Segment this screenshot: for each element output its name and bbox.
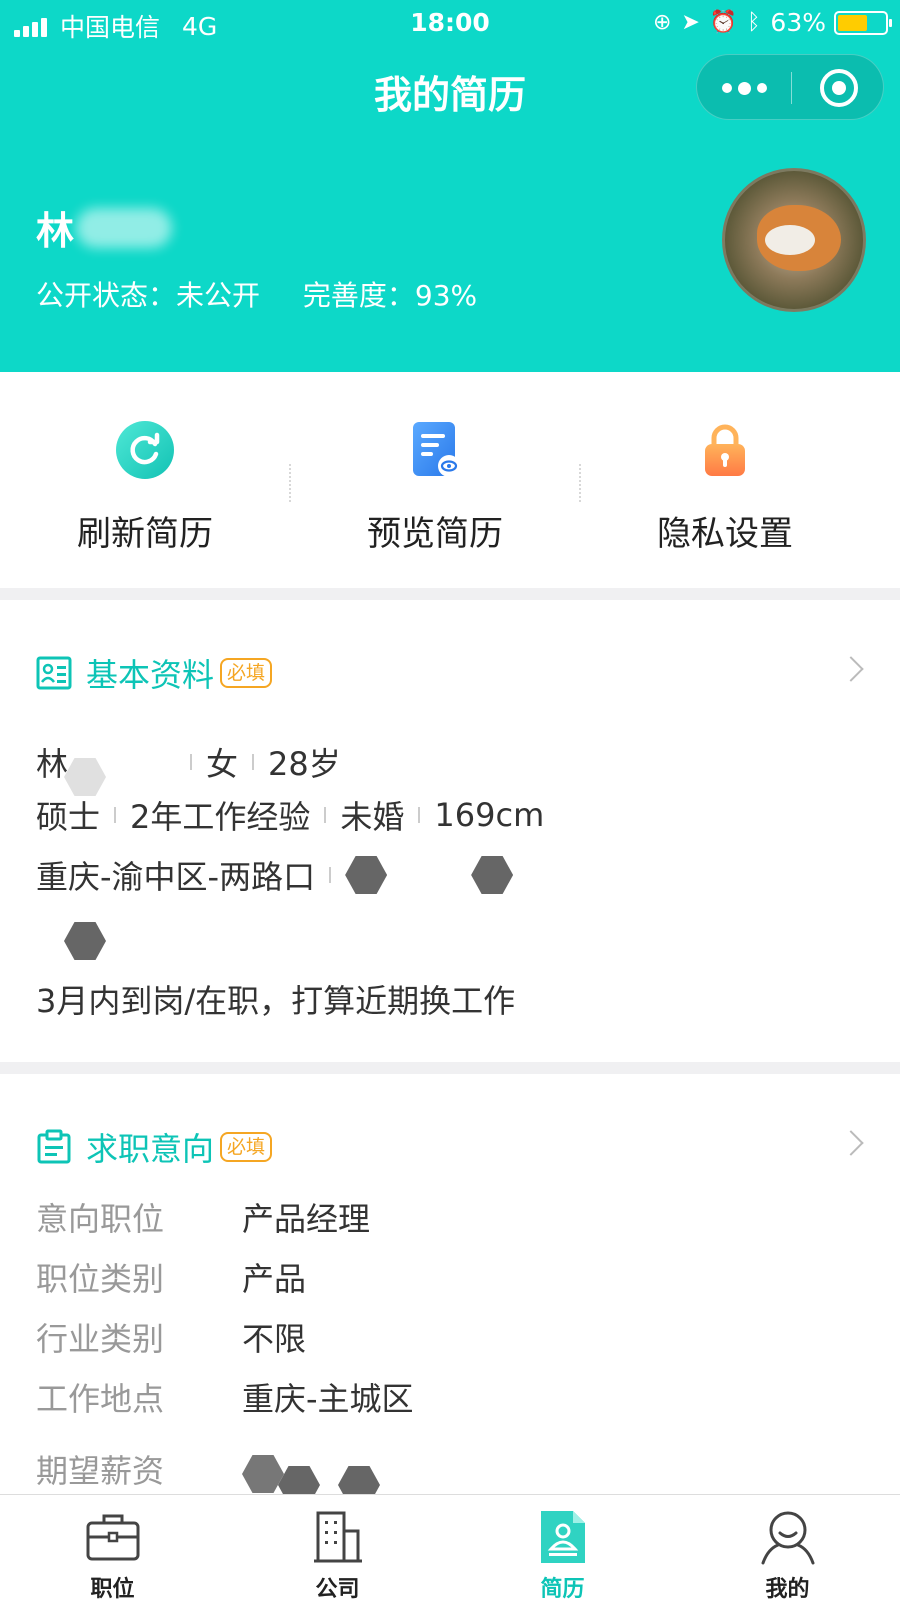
lock-icon [705, 424, 745, 476]
basic-marital: 未婚 [340, 798, 405, 836]
battery-level [838, 14, 867, 31]
job-intent-title: 求职意向 必填 [36, 1124, 273, 1170]
profile-meta: 公开状态：未公开 完善度：93% [36, 274, 511, 314]
redacted-mark [64, 922, 106, 960]
tab-label: 公司 [315, 1577, 360, 1600]
preview-resume-button[interactable]: 预览简历 [290, 372, 580, 588]
intent-key: 职位类别 [36, 1260, 165, 1298]
privacy-settings-label: 隐私设置 [657, 514, 793, 554]
intent-key: 意向职位 [36, 1200, 165, 1238]
separator [190, 754, 193, 770]
basic-info-line3: 重庆-渝中区-两路口 [36, 852, 514, 898]
intent-row: 职位类别 产品 [36, 1254, 306, 1300]
refresh-resume-label: 刷新简历 [77, 514, 213, 554]
redacted-mark [345, 856, 388, 894]
intent-value: 产品经理 [242, 1200, 371, 1238]
status-right: ⊕ ➤ ⏰ ᛒ 63% [643, 8, 892, 37]
tab-label: 我的 [765, 1577, 810, 1600]
separator [324, 807, 327, 823]
tab-label: 职位 [90, 1577, 135, 1600]
redacted-mark [471, 856, 514, 894]
basic-gender: 女 [206, 745, 239, 783]
basic-info-line4 [36, 922, 106, 960]
basic-location: 重庆-渝中区-两路口 [36, 858, 316, 896]
intent-key: 工作地点 [36, 1380, 165, 1418]
job-intent-label: 求职意向 [86, 1130, 215, 1168]
resume-actions: 刷新简历 预览简历 隐私设置 [0, 372, 900, 588]
close-miniprogram-button[interactable] [820, 69, 858, 107]
intent-key: 行业类别 [36, 1320, 165, 1358]
intent-row: 工作地点 重庆-主城区 [36, 1374, 414, 1420]
basic-experience: 2年工作经验 [130, 798, 311, 836]
tab-label: 简历 [540, 1577, 585, 1600]
basic-availability: 3月内到岗/在职，打算近期换工作 [36, 982, 516, 1020]
briefcase-icon [86, 1514, 139, 1561]
chevron-right-icon[interactable] [838, 656, 864, 682]
basic-height: 169cm [434, 796, 545, 834]
intent-value: 重庆-主城区 [242, 1380, 414, 1418]
separator [418, 807, 421, 823]
preview-resume-label: 预览简历 [367, 514, 503, 554]
intent-value: 不限 [242, 1320, 307, 1358]
mini-program-capsule [696, 54, 884, 120]
intent-row: 意向职位 产品经理 [36, 1194, 370, 1240]
separator [252, 754, 255, 770]
more-dot-icon [756, 83, 767, 93]
building-icon [313, 1511, 362, 1563]
basic-info-section[interactable]: 基本资料 必填 林 女 28岁 硕士 2年工作经验 未婚 169cm 重庆-渝中… [0, 600, 900, 1062]
bluetooth-icon: ᛒ [747, 10, 761, 35]
basic-age: 28岁 [268, 745, 341, 783]
required-badge: 必填 [220, 1132, 273, 1162]
user-icon [761, 1511, 814, 1565]
clipboard-icon [37, 1129, 71, 1164]
id-card-icon [36, 656, 72, 690]
chevron-right-icon[interactable] [838, 1130, 864, 1156]
tab-me[interactable]: 我的 [675, 1495, 900, 1600]
redacted-mark [64, 758, 107, 796]
more-dot-icon [721, 83, 732, 93]
public-status: 公开状态：未公开 [36, 279, 261, 312]
basic-name: 林 [36, 745, 69, 783]
refresh-resume-button[interactable]: 刷新简历 [0, 372, 290, 588]
separator [329, 867, 332, 883]
completeness: 完善度：93% [302, 279, 478, 312]
avatar[interactable] [722, 168, 866, 312]
battery-percent: 63% [770, 8, 826, 37]
redacted-mark [242, 1455, 284, 1493]
required-badge: 必填 [220, 658, 273, 688]
tab-resume[interactable]: 简历 [450, 1495, 675, 1600]
intent-row: 行业类别 不限 [36, 1314, 306, 1360]
basic-info-label: 基本资料 [86, 656, 215, 694]
tab-companies[interactable]: 公司 [225, 1495, 450, 1600]
basic-degree: 硕士 [36, 798, 101, 836]
alarm-icon: ⏰ [709, 10, 738, 35]
privacy-settings-button[interactable]: 隐私设置 [580, 372, 870, 588]
refresh-icon [116, 421, 174, 479]
separator [114, 807, 117, 823]
location-arrow-icon: ➤ [681, 10, 700, 35]
capsule-divider [791, 72, 792, 104]
intent-value: 产品 [242, 1260, 307, 1298]
more-dot-icon [737, 81, 751, 95]
header: 中国电信 4G 18:00 ⊕ ➤ ⏰ ᛒ 63% 我的简历 林 公开状态：未公… [0, 0, 900, 372]
basic-info-line5: 3月内到岗/在职，打算近期换工作 [36, 976, 515, 1022]
profile-name-text: 林 [36, 209, 75, 253]
rotation-lock-icon: ⊕ [652, 10, 672, 35]
preview-doc-icon [413, 422, 460, 477]
avatar-cat-belly [765, 225, 815, 255]
redacted-name [76, 207, 173, 248]
job-intent-section[interactable]: 求职意向 必填 意向职位 产品经理 职位类别 产品 行业类别 不限 工作地点 重… [0, 1074, 900, 1504]
tab-bar: 职位 公司 简历 我的 [0, 1494, 900, 1600]
resume-icon [540, 1511, 585, 1563]
battery-icon [834, 10, 892, 35]
tab-jobs[interactable]: 职位 [0, 1495, 225, 1600]
basic-info-title: 基本资料 必填 [36, 650, 273, 696]
basic-info-line1: 林 女 28岁 [36, 728, 341, 796]
profile-name: 林 [36, 200, 173, 255]
basic-info-line2: 硕士 2年工作经验 未婚 169cm [36, 792, 544, 838]
intent-key: 期望薪资 [36, 1452, 165, 1490]
more-menu-button[interactable] [697, 55, 791, 121]
status-bar: 中国电信 4G 18:00 ⊕ ➤ ⏰ ᛒ 63% [0, 0, 900, 44]
